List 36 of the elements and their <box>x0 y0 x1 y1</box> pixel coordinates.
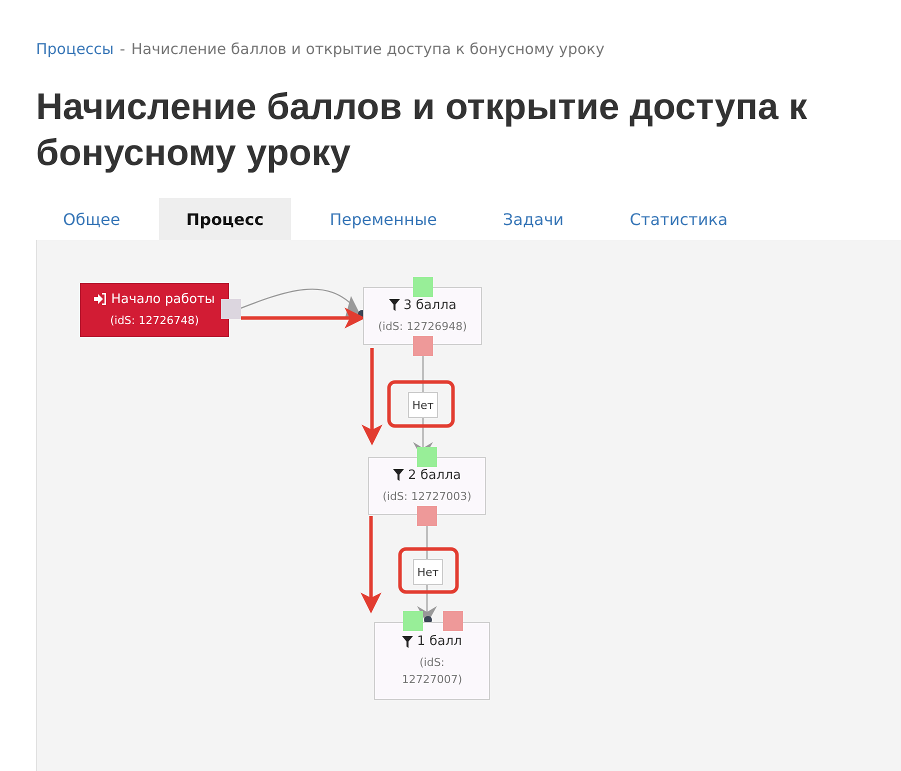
start-node[interactable]: Начало работы (idS: 12726748) <box>80 283 229 337</box>
edge-label: Нет <box>413 559 443 585</box>
filter-icon <box>388 299 400 311</box>
node-title: Начало работы <box>111 292 215 306</box>
filter-node[interactable]: 3 балла (idS: 12726948) <box>363 287 482 345</box>
node-id: (idS: 12726748) <box>110 312 199 328</box>
breadcrumb-current: Начисление баллов и открытие доступа к бонусному уроку <box>131 40 604 58</box>
page-title: Начисление баллов и открытие доступа к бонусному уроку <box>36 85 808 175</box>
input-port[interactable] <box>417 447 437 467</box>
tab[interactable]: Задачи <box>476 198 591 240</box>
node-id: (idS: 12727003) <box>382 488 472 504</box>
output-port[interactable] <box>443 611 463 631</box>
output-port[interactable] <box>413 336 433 356</box>
node-title: 2 балла <box>408 468 461 482</box>
node-title: 1 балл <box>416 634 462 649</box>
tab[interactable]: Общее <box>36 198 148 240</box>
tab[interactable]: Переменные <box>302 198 464 240</box>
node-id: (idS: 12726948) <box>378 318 467 334</box>
tab[interactable]: Процесс <box>159 198 291 240</box>
output-port[interactable] <box>417 506 437 526</box>
filter-node[interactable]: 2 балла (idS: 12727003) <box>368 457 486 515</box>
node-title: 3 балла <box>404 298 456 312</box>
node-id: (idS: 12727007) <box>400 655 464 688</box>
highlight-frame <box>387 380 455 428</box>
input-port[interactable] <box>413 277 433 297</box>
tab[interactable]: Статистика <box>602 198 755 240</box>
input-port[interactable] <box>403 611 423 631</box>
highlight-frame <box>398 547 459 594</box>
output-port[interactable] <box>221 299 241 319</box>
breadcrumb-separator: - <box>120 40 126 58</box>
sign-in-icon <box>94 293 108 305</box>
filter-icon <box>393 469 404 481</box>
edge-label: Нет <box>408 392 438 418</box>
filter-icon <box>402 636 413 648</box>
breadcrumb-link[interactable]: Процессы <box>36 40 114 58</box>
filter-node[interactable]: 1 балл (idS: 12727007) <box>374 622 490 700</box>
